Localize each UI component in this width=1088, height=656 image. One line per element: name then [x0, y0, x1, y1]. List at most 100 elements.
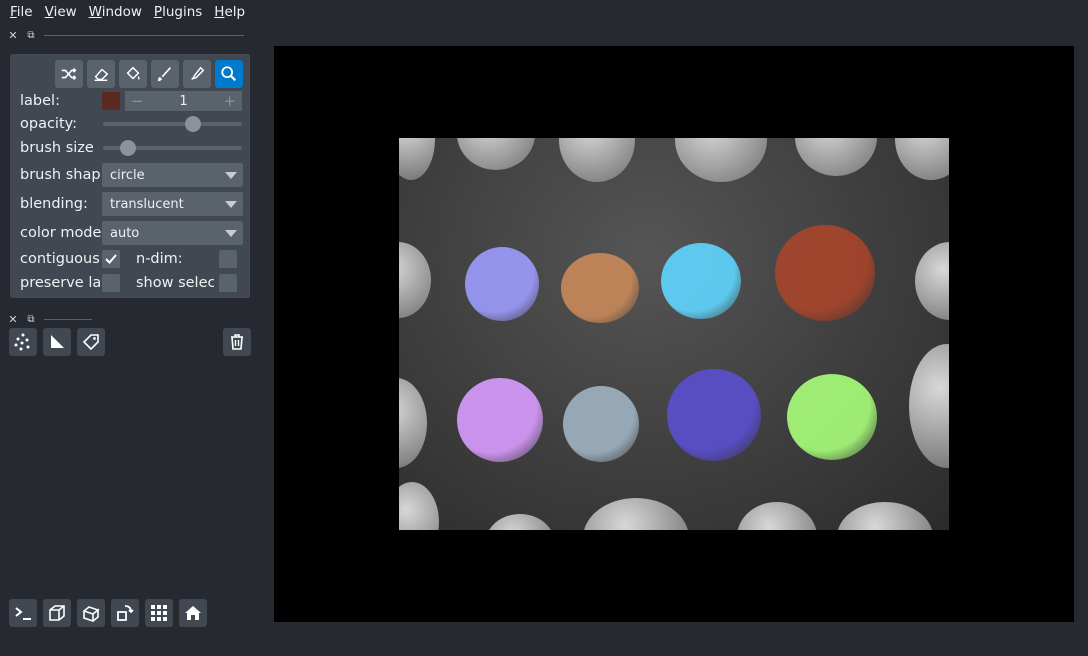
ndim-label: n-dim: [136, 251, 183, 267]
labeled-coin [561, 253, 639, 323]
layer-list-dock-title: ✕ ⧉ [8, 312, 92, 326]
preserve-labels-row: preserve la [20, 272, 102, 294]
brush-size-slider[interactable] [103, 140, 242, 156]
close-icon[interactable]: ✕ [8, 313, 18, 326]
grid-icon [151, 605, 167, 621]
blending-value: translucent [110, 196, 184, 212]
menu-file[interactable]: File [4, 0, 39, 24]
label-color-swatch[interactable] [102, 92, 120, 110]
new-points-layer-button[interactable] [9, 328, 37, 356]
brush-shape-value: circle [110, 167, 145, 183]
labeled-coin [787, 374, 877, 460]
color-mode-value: auto [110, 225, 140, 241]
new-labels-layer-button[interactable] [77, 328, 105, 356]
brush-shape-select[interactable]: circle [102, 163, 243, 187]
menu-file-label: ile [16, 4, 33, 20]
paintbrush-icon [157, 67, 172, 82]
viewer-canvas[interactable] [274, 46, 1074, 622]
dock-divider [44, 34, 244, 36]
brush-size-label: brush size [20, 140, 94, 156]
ndisplay-icon [49, 605, 65, 621]
menu-plugins[interactable]: Plugins [148, 0, 208, 24]
menu-bar: File View Window Plugins Help [0, 0, 1088, 24]
ndim-row: n-dim: [136, 248, 216, 270]
fill-button[interactable] [119, 60, 147, 88]
blending-row: blending: [20, 193, 102, 215]
increment-button[interactable]: + [223, 92, 236, 110]
menu-window-mnemonic: W [88, 4, 102, 20]
opacity-label: opacity: [20, 116, 78, 132]
paint-button[interactable] [151, 60, 179, 88]
roll-icon [82, 606, 100, 623]
menu-file-mnemonic: F [10, 4, 17, 20]
menu-plugins-mnemonic: P [153, 4, 163, 20]
close-icon[interactable]: ✕ [8, 29, 18, 42]
opacity-slider[interactable] [103, 116, 242, 132]
console-icon [15, 607, 31, 620]
labels-icon [82, 334, 99, 351]
roll-dims-button[interactable] [77, 599, 105, 627]
label-row: label: [20, 90, 102, 112]
float-icon[interactable]: ⧉ [26, 314, 36, 325]
contiguous-checkbox[interactable] [102, 250, 120, 268]
menu-help-label: elp [224, 4, 246, 20]
layer-controls-panel: label: − 1 + opacity: brush size brush s… [10, 54, 250, 298]
shuffle-colors-button[interactable] [55, 60, 83, 88]
brush-shape-row: brush shap [20, 164, 102, 186]
labeled-coin [465, 247, 539, 321]
grid-view-button[interactable] [145, 599, 173, 627]
brush-shape-label: brush shap [20, 167, 101, 183]
delete-icon [231, 334, 243, 350]
color-mode-label: color mode [20, 225, 102, 241]
image-background [399, 138, 949, 530]
opacity-slider-handle[interactable] [185, 116, 202, 132]
dock-divider [44, 318, 92, 320]
color-mode-select[interactable]: auto [102, 221, 243, 245]
home-icon [185, 606, 201, 620]
menu-view[interactable]: View [39, 0, 83, 24]
ndisplay-button[interactable] [43, 599, 71, 627]
label-label: label: [20, 93, 60, 109]
preserve-labels-label: preserve la [20, 275, 102, 291]
blending-label: blending: [20, 196, 88, 212]
contiguous-row: contiguous [20, 248, 102, 270]
transpose-dims-button[interactable] [111, 599, 139, 627]
label-value[interactable]: 1 [179, 94, 187, 109]
label-spinbox[interactable]: − 1 + [125, 91, 242, 111]
menu-help[interactable]: Help [208, 0, 251, 24]
brush-size-slider-handle[interactable] [120, 140, 137, 156]
menu-view-label: iew [53, 4, 77, 20]
float-icon[interactable]: ⧉ [26, 30, 36, 41]
show-selected-row: show selec [136, 272, 214, 294]
eraser-icon [94, 68, 109, 82]
picker-icon [191, 66, 205, 80]
tool-row [55, 60, 243, 88]
show-selected-checkbox[interactable] [219, 274, 237, 292]
pick-button[interactable] [183, 60, 211, 88]
console-button[interactable] [9, 599, 37, 627]
menu-help-mnemonic: H [214, 4, 225, 20]
shapes-icon [51, 335, 64, 348]
home-button[interactable] [179, 599, 207, 627]
chevron-down-icon [225, 201, 237, 208]
menu-window-label: indow [101, 4, 142, 20]
new-shapes-layer-button[interactable] [43, 328, 71, 356]
ndim-checkbox[interactable] [219, 250, 237, 268]
opacity-row: opacity: [20, 113, 102, 135]
pan-zoom-button[interactable] [215, 60, 243, 88]
preserve-labels-checkbox[interactable] [102, 274, 120, 292]
decrement-button[interactable]: − [131, 92, 144, 110]
erase-button[interactable] [87, 60, 115, 88]
delete-layer-button[interactable] [223, 328, 251, 356]
labeled-coin [775, 225, 875, 321]
brush-size-row: brush size [20, 137, 102, 159]
menu-window[interactable]: Window [83, 0, 148, 24]
menu-view-mnemonic: V [44, 4, 54, 20]
color-mode-row: color mode [20, 222, 102, 244]
transpose-icon [117, 605, 134, 621]
labeled-coin [563, 386, 639, 462]
blending-select[interactable]: translucent [102, 192, 243, 216]
labeled-coin [667, 369, 761, 461]
shuffle-icon [61, 68, 77, 80]
chevron-down-icon [225, 172, 237, 179]
